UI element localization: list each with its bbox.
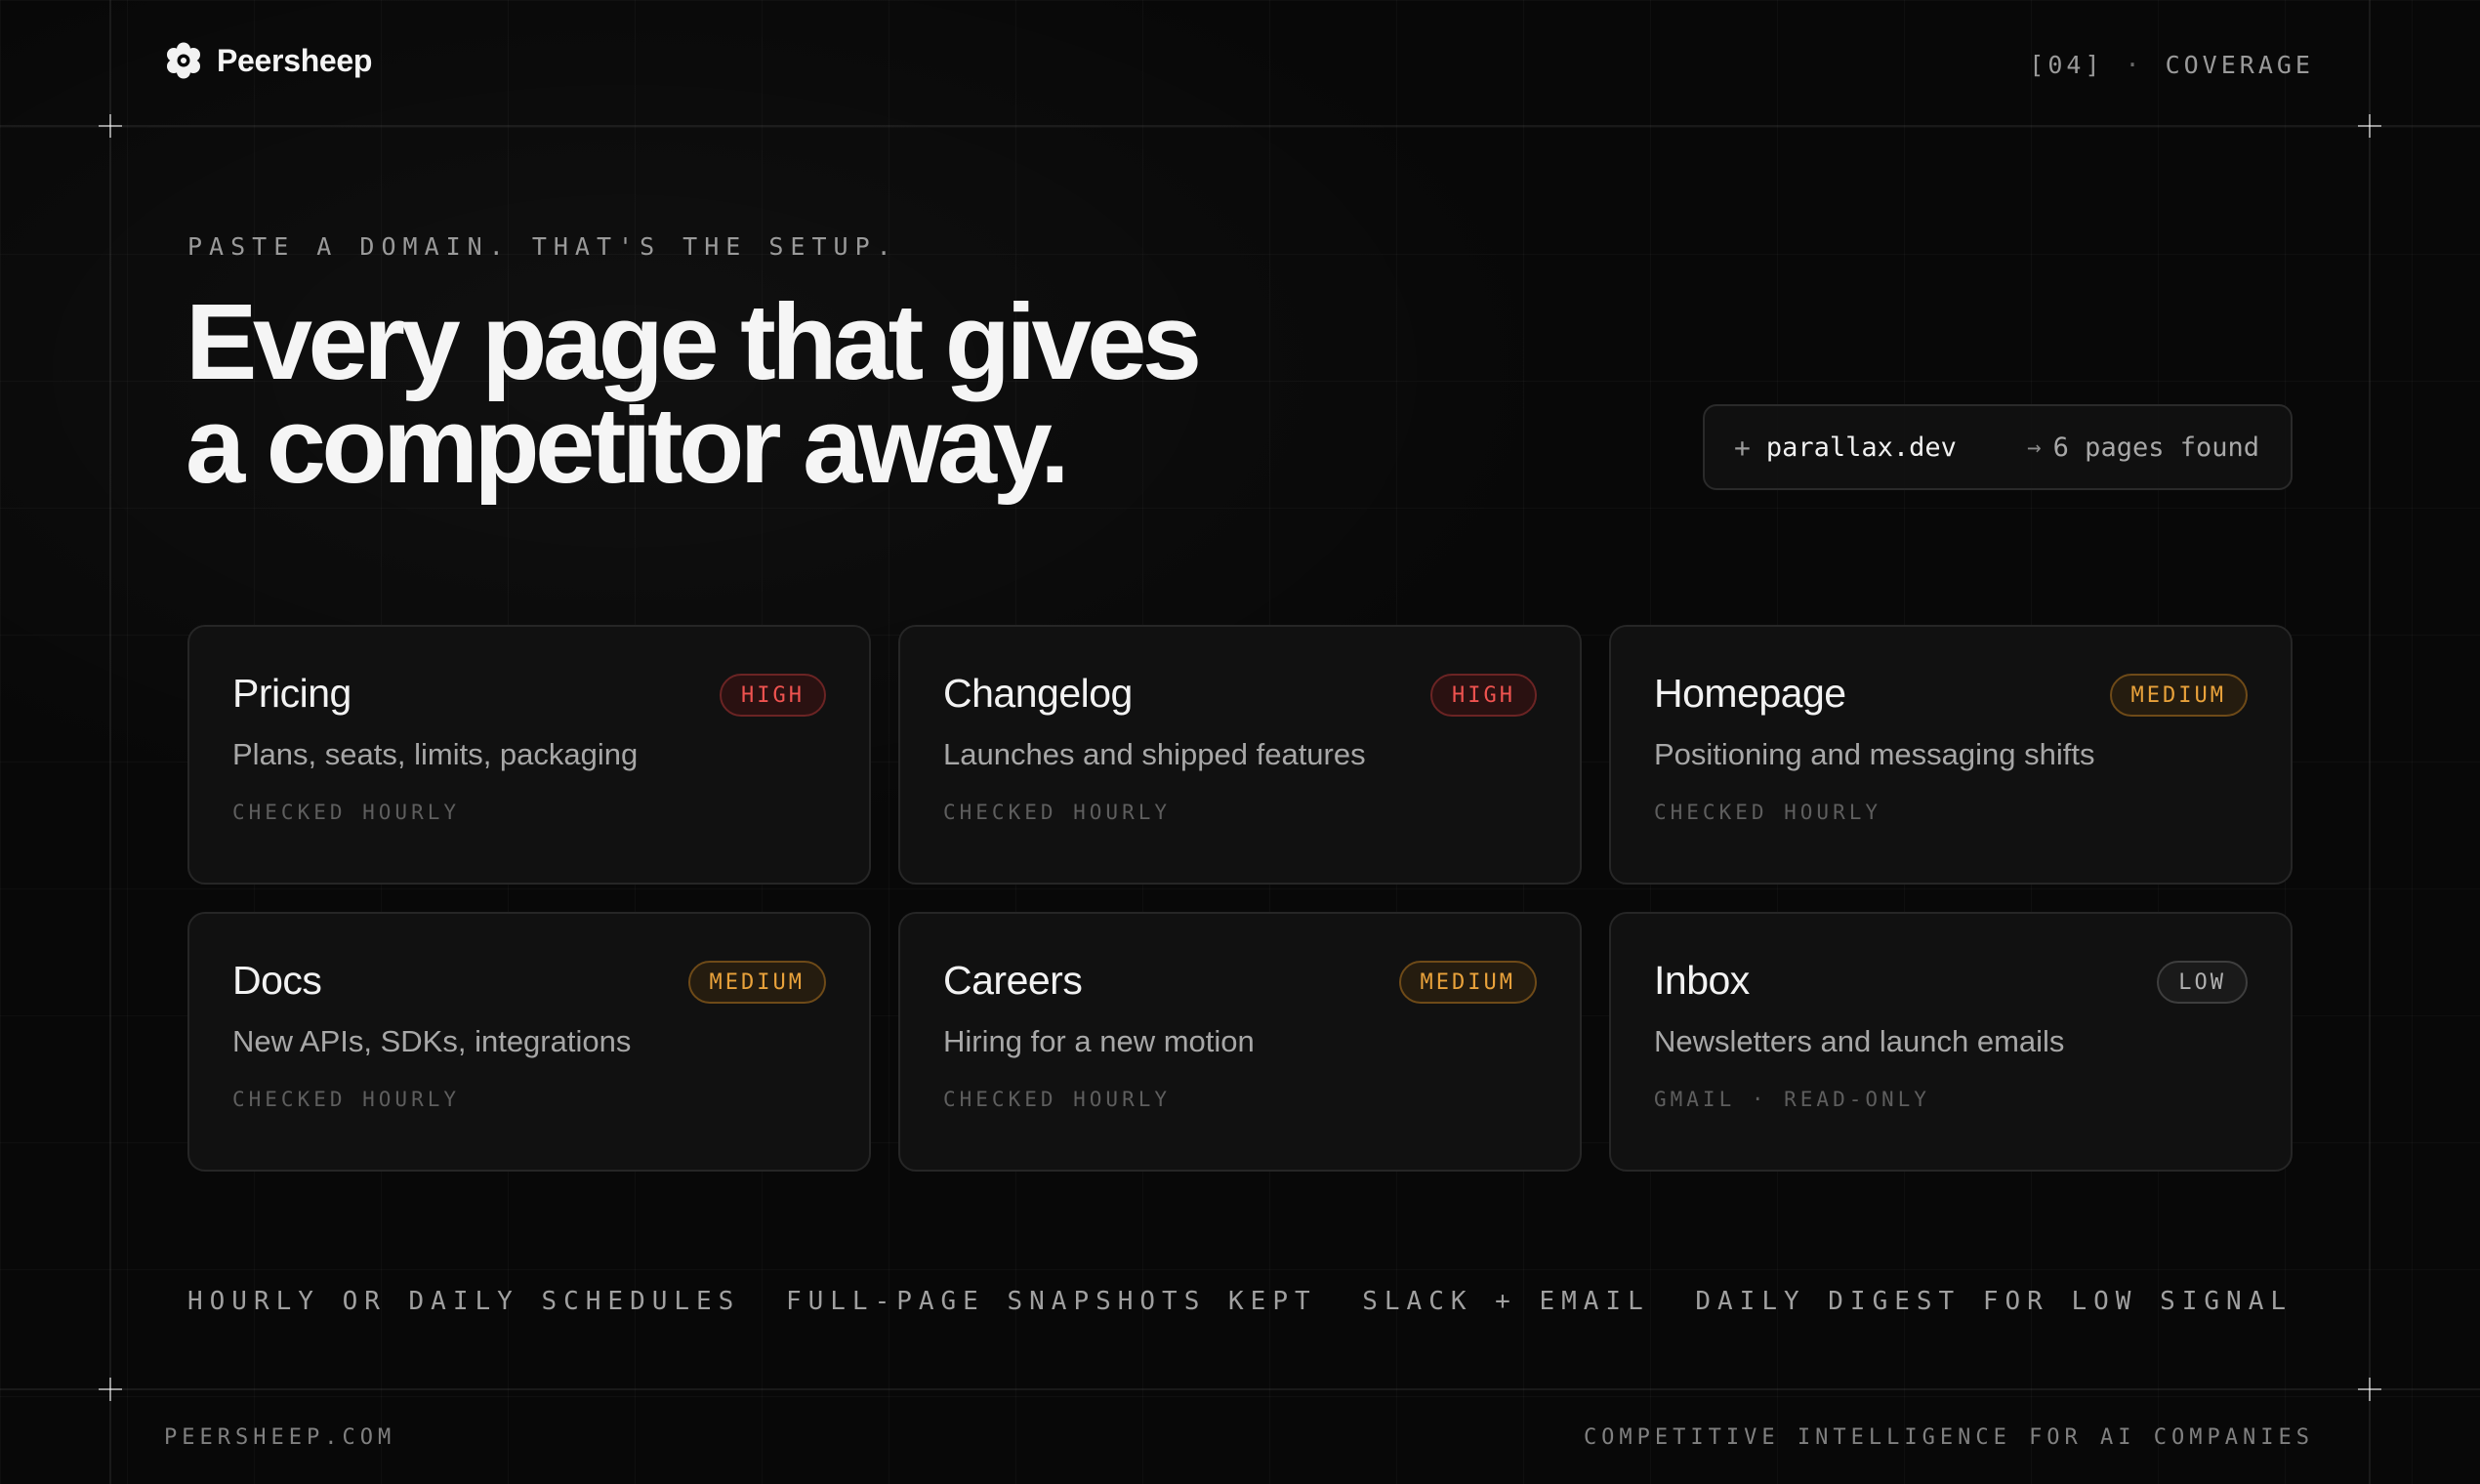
pages-found-count: 6 pages found — [2052, 432, 2259, 463]
priority-badge: HIGH — [720, 674, 826, 717]
coverage-card-changelog[interactable]: Changelog HIGH Launches and shipped featur… — [898, 625, 1582, 885]
card-check-frequency: CHECKED HOURLY — [232, 1088, 461, 1111]
feature-item: DAILY DIGEST FOR LOW SIGNAL — [1695, 1287, 2293, 1316]
sheep-logo-icon — [167, 42, 200, 79]
section-separator: · — [2125, 51, 2144, 79]
card-description: Hiring for a new motion — [943, 1024, 1255, 1058]
guide-line-top — [0, 125, 2480, 127]
card-description: Plans, seats, limits, packaging — [232, 737, 639, 771]
card-check-frequency: CHECKED HOURLY — [1654, 801, 1882, 824]
footer-tagline: COMPETITIVE INTELLIGENCE FOR AI COMPANIE… — [1583, 1425, 2314, 1450]
hero-eyebrow: PASTE A DOMAIN. THAT'S THE SETUP. — [187, 232, 898, 261]
section-indicator: [04] · COVERAGE — [2029, 51, 2314, 79]
card-description: New APIs, SDKs, integrations — [232, 1024, 632, 1058]
card-description: Launches and shipped features — [943, 737, 1366, 771]
card-check-frequency: CHECKED HOURLY — [943, 1088, 1172, 1111]
card-description: Newsletters and launch emails — [1654, 1024, 2065, 1058]
guide-line-bottom — [0, 1388, 2480, 1390]
coverage-card-pricing[interactable]: Pricing HIGH Plans, seats, limits, packagi… — [187, 625, 871, 885]
coverage-card-grid: Pricing HIGH Plans, seats, limits, packagi… — [187, 625, 2293, 1172]
section-index: [04] — [2029, 51, 2104, 79]
priority-badge: MEDIUM — [1398, 961, 1537, 1004]
guide-line-left — [109, 0, 111, 1484]
hero-headline: Every page that gives a competitor away. — [186, 282, 1202, 506]
slide-canvas: Peersheep [04] · COVERAGE PASTE A DOMAIN… — [0, 0, 2480, 1484]
feature-item: FULL-PAGE SNAPSHOTS KEPT — [785, 1287, 1317, 1316]
coverage-card-homepage[interactable]: Homepage MEDIUM Positioning and messaging … — [1609, 625, 2293, 885]
priority-badge: MEDIUM — [2109, 674, 2248, 717]
priority-badge: LOW — [2157, 961, 2248, 1004]
priority-badge: MEDIUM — [687, 961, 826, 1004]
card-check-frequency: GMAIL · READ-ONLY — [1654, 1088, 1930, 1111]
footer-url[interactable]: PEERSHEEP.COM — [164, 1425, 395, 1450]
guide-line-right — [2369, 0, 2371, 1484]
section-label: COVERAGE — [2165, 51, 2314, 79]
feature-item: SLACK + EMAIL — [1362, 1287, 1650, 1316]
card-check-frequency: CHECKED HOURLY — [943, 801, 1172, 824]
domain-value: parallax.dev — [1765, 432, 1957, 463]
brand-name: Peersheep — [217, 42, 373, 78]
coverage-card-careers[interactable]: Careers MEDIUM Hiring for a new motion CHEC… — [898, 912, 1582, 1172]
feature-item: HOURLY OR DAILY SCHEDULES — [187, 1287, 741, 1316]
coverage-card-inbox[interactable]: Inbox LOW Newsletters and launch emails GMA… — [1609, 912, 2293, 1172]
plus-icon: + — [1734, 431, 1751, 464]
crosshair-icon — [99, 114, 122, 138]
crosshair-icon — [99, 1378, 122, 1401]
brand[interactable]: Peersheep — [164, 41, 372, 80]
domain-entry: + parallax.dev — [1734, 432, 1957, 464]
card-check-frequency: CHECKED HOURLY — [232, 801, 461, 824]
card-description: Positioning and messaging shifts — [1654, 737, 2095, 771]
domain-input-pill[interactable]: + parallax.dev → 6 pages found — [1703, 404, 2293, 490]
coverage-card-docs[interactable]: Docs MEDIUM New APIs, SDKs, integrations CH… — [187, 912, 871, 1172]
crosshair-icon — [2358, 114, 2381, 138]
feature-strip: HOURLY OR DAILY SCHEDULES FULL-PAGE SNAP… — [187, 1287, 2293, 1316]
headline-line-2: a competitor away. — [186, 386, 1070, 506]
crosshair-icon — [2358, 1378, 2381, 1401]
arrow-right-icon: → — [2027, 433, 2042, 461]
headline-line-1: Every page that gives — [186, 282, 1202, 402]
priority-badge: HIGH — [1430, 674, 1537, 717]
domain-result: → 6 pages found — [2027, 433, 2259, 463]
